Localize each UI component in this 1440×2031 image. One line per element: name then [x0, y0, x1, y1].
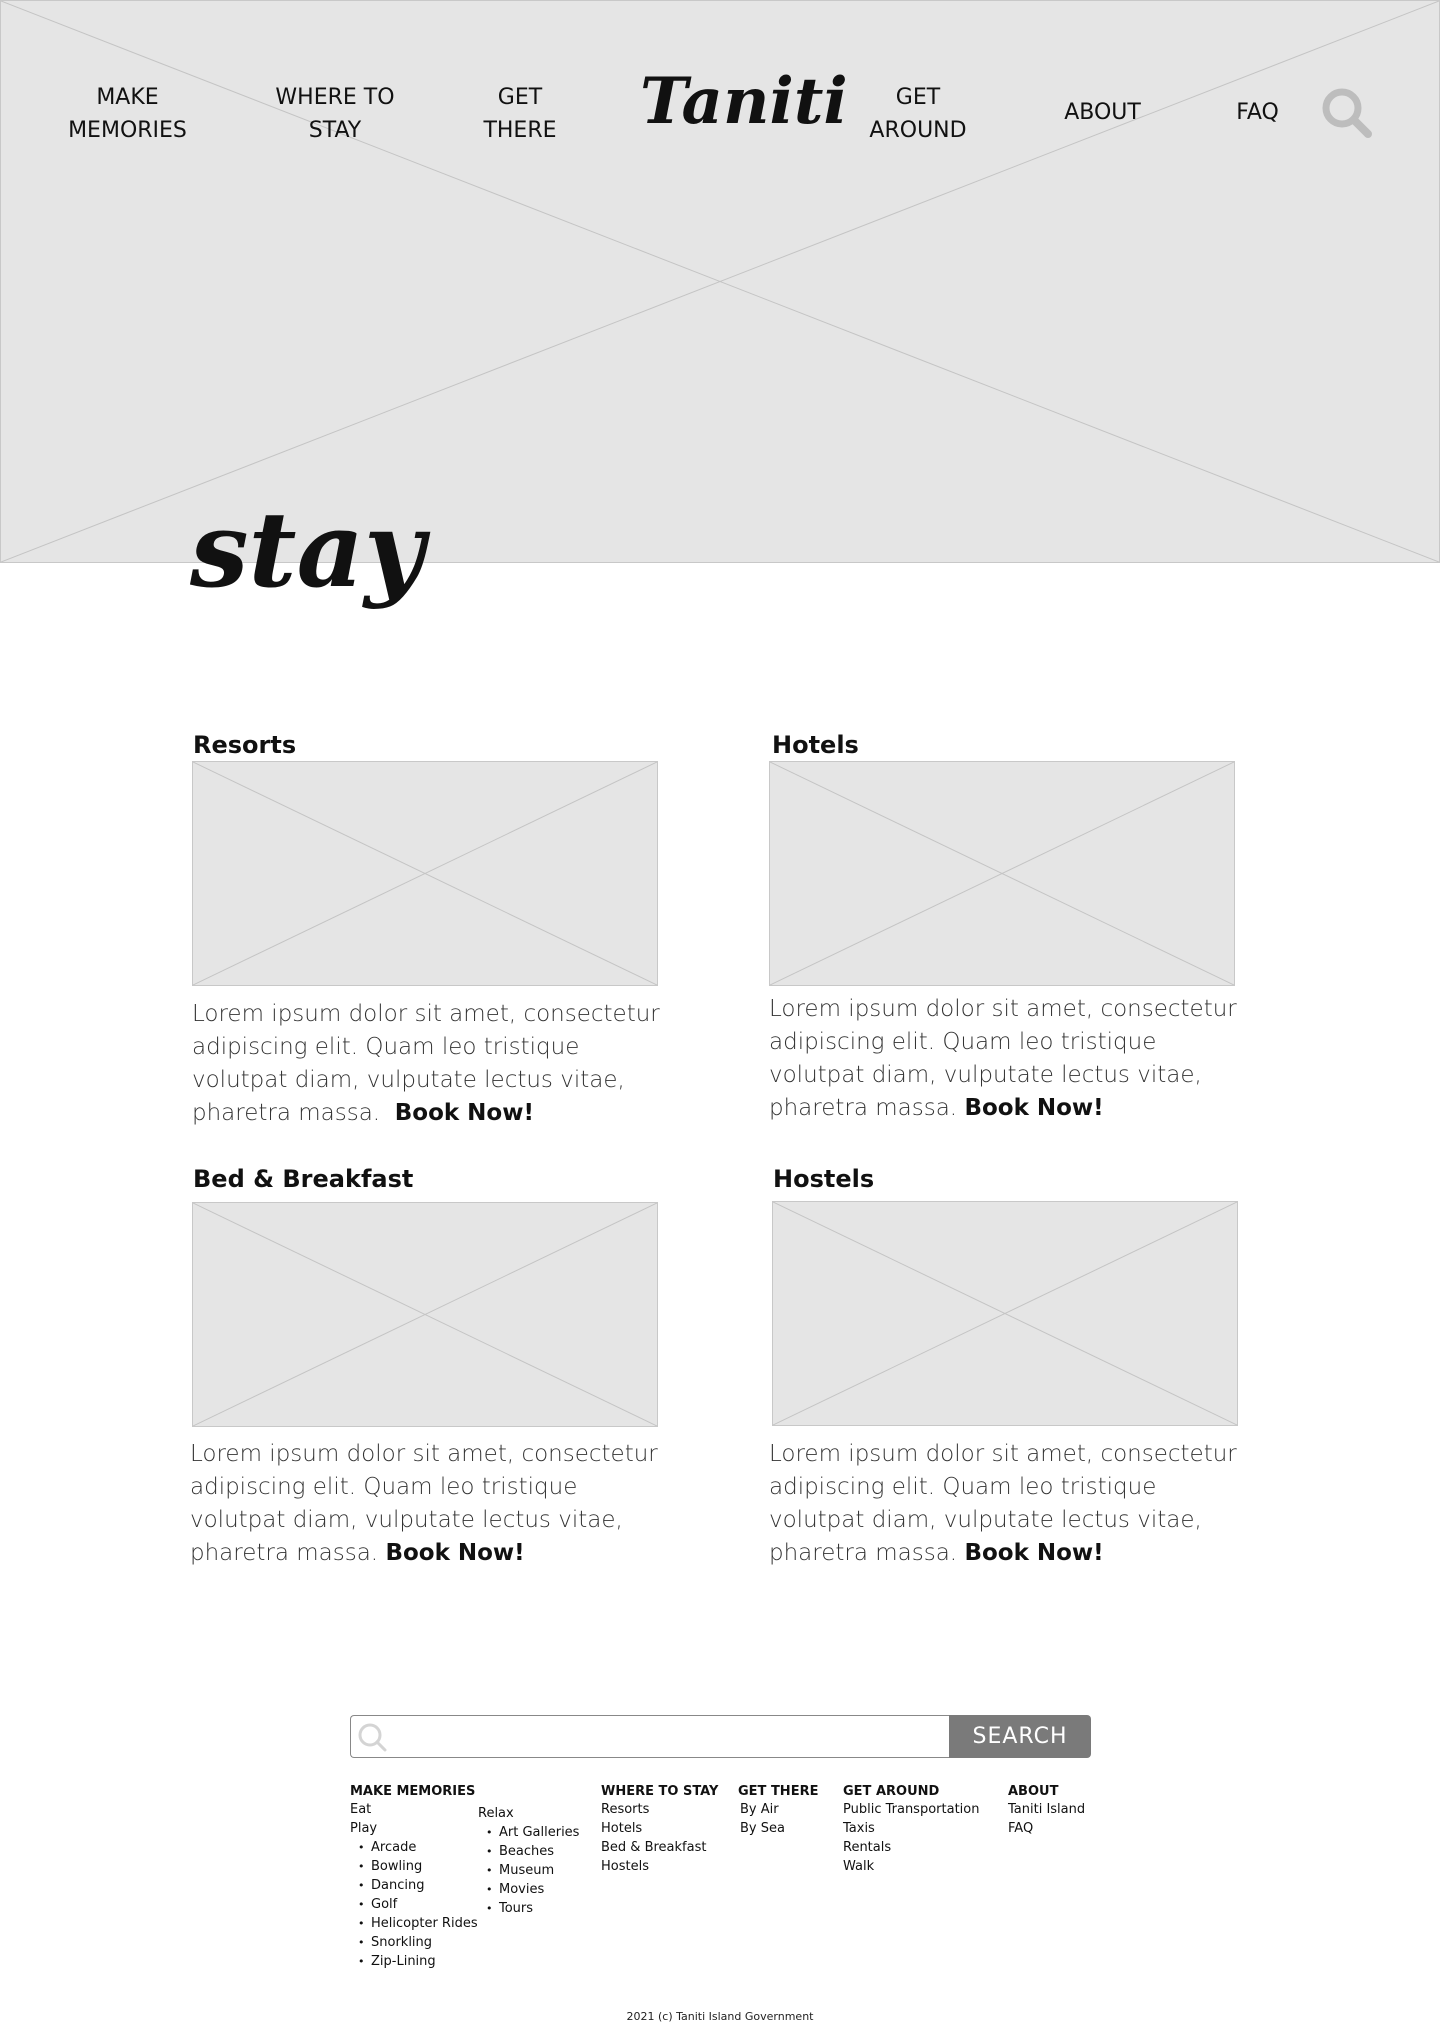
footer-link[interactable]: Taxis	[843, 1819, 1003, 1838]
list-item[interactable]: Bowling	[358, 1857, 480, 1876]
list-item[interactable]: Tours	[486, 1899, 588, 1918]
search-icon[interactable]	[1320, 86, 1372, 138]
footer-link-relax[interactable]: Relax	[478, 1804, 588, 1823]
footer-col-make-memories: MAKE MEMORIES Eat Play Arcade Bowling Da…	[350, 1783, 480, 1971]
card-body-hotels: Lorem ipsum dolor sit amet, consectetur …	[769, 993, 1239, 1125]
book-now-link[interactable]: Book Now!	[964, 1540, 1103, 1566]
nav-get-there[interactable]: GET THERE	[470, 81, 570, 147]
card-title-hostels: Hostels	[773, 1165, 875, 1193]
bed-and-breakfast-image-placeholder	[192, 1202, 658, 1427]
list-item[interactable]: Golf	[358, 1895, 480, 1914]
footer-col-relax: Relax Art Galleries Beaches Museum Movie…	[478, 1804, 588, 1918]
card-title-hotels: Hotels	[772, 731, 859, 759]
footer-heading[interactable]: GET AROUND	[843, 1783, 1003, 1800]
play-list: Arcade Bowling Dancing Golf Helicopter R…	[350, 1838, 480, 1971]
footer-heading[interactable]: ABOUT	[1008, 1783, 1108, 1800]
footer-heading[interactable]: WHERE TO STAY	[601, 1783, 721, 1800]
list-item[interactable]: Beaches	[486, 1842, 588, 1861]
footer-link[interactable]: Hotels	[601, 1819, 721, 1838]
nav-faq[interactable]: FAQ	[1210, 96, 1305, 129]
nav-get-around[interactable]: GET AROUND	[858, 81, 978, 147]
card-body-resorts: Lorem ipsum dolor sit amet, consectetur …	[192, 998, 662, 1130]
resorts-image-placeholder	[192, 761, 658, 986]
footer-search-input[interactable]	[396, 1722, 940, 1754]
footer-link[interactable]: Walk	[843, 1857, 1003, 1876]
footer-link[interactable]: Hostels	[601, 1857, 721, 1876]
hostels-image-placeholder	[772, 1201, 1238, 1426]
footer-search-field[interactable]	[350, 1715, 950, 1758]
list-item[interactable]: Helicopter Rides	[358, 1914, 480, 1933]
footer-link-eat[interactable]: Eat	[350, 1800, 480, 1819]
book-now-link[interactable]: Book Now!	[964, 1095, 1103, 1121]
list-item[interactable]: Movies	[486, 1880, 588, 1899]
relax-list: Art Galleries Beaches Museum Movies Tour…	[478, 1823, 588, 1918]
footer-col-get-around: GET AROUND Public Transportation Taxis R…	[843, 1783, 1003, 1876]
footer-link[interactable]: FAQ	[1008, 1819, 1108, 1838]
card-title-resorts: Resorts	[193, 731, 297, 759]
footer-heading[interactable]: GET THERE	[738, 1783, 828, 1800]
footer-link[interactable]: Public Transportation	[843, 1800, 1003, 1819]
hotels-image-placeholder	[769, 761, 1235, 986]
footer-col-where-to-stay: WHERE TO STAY Resorts Hotels Bed & Break…	[601, 1783, 721, 1876]
copyright-text: 2021 (c) Taniti Island Government	[626, 2010, 814, 2023]
footer-link[interactable]: Resorts	[601, 1800, 721, 1819]
footer-link-play[interactable]: Play	[350, 1819, 480, 1838]
page-title: stay	[190, 488, 425, 611]
list-item[interactable]: Dancing	[358, 1876, 480, 1895]
site-logo[interactable]: Taniti	[640, 62, 848, 142]
footer-search-button[interactable]: SEARCH	[949, 1715, 1091, 1758]
search-icon	[357, 1722, 387, 1752]
card-body-bed-and-breakfast: Lorem ipsum dolor sit amet, consectetur …	[190, 1438, 660, 1570]
footer-col-about: ABOUT Taniti Island FAQ	[1008, 1783, 1108, 1838]
book-now-link[interactable]: Book Now!	[395, 1100, 534, 1126]
footer-link[interactable]: Bed & Breakfast	[601, 1838, 721, 1857]
footer-link[interactable]: By Air	[740, 1800, 828, 1819]
nav-where-to-stay[interactable]: WHERE TO STAY	[265, 81, 405, 147]
nav-make-memories[interactable]: MAKE MEMORIES	[55, 81, 200, 147]
book-now-link[interactable]: Book Now!	[385, 1540, 524, 1566]
card-body-hostels: Lorem ipsum dolor sit amet, consectetur …	[769, 1438, 1239, 1570]
list-item[interactable]: Arcade	[358, 1838, 480, 1857]
footer-link[interactable]: Rentals	[843, 1838, 1003, 1857]
footer-col-get-there: GET THERE By Air By Sea	[738, 1783, 828, 1838]
nav-about[interactable]: ABOUT	[1040, 96, 1165, 129]
footer-link[interactable]: Taniti Island	[1008, 1800, 1108, 1819]
card-title-bed-and-breakfast: Bed & Breakfast	[193, 1165, 414, 1193]
list-item[interactable]: Zip-Lining	[358, 1952, 480, 1971]
list-item[interactable]: Snorkling	[358, 1933, 480, 1952]
list-item[interactable]: Museum	[486, 1861, 588, 1880]
list-item[interactable]: Art Galleries	[486, 1823, 588, 1842]
footer-link[interactable]: By Sea	[740, 1819, 828, 1838]
footer-heading[interactable]: MAKE MEMORIES	[350, 1783, 480, 1800]
